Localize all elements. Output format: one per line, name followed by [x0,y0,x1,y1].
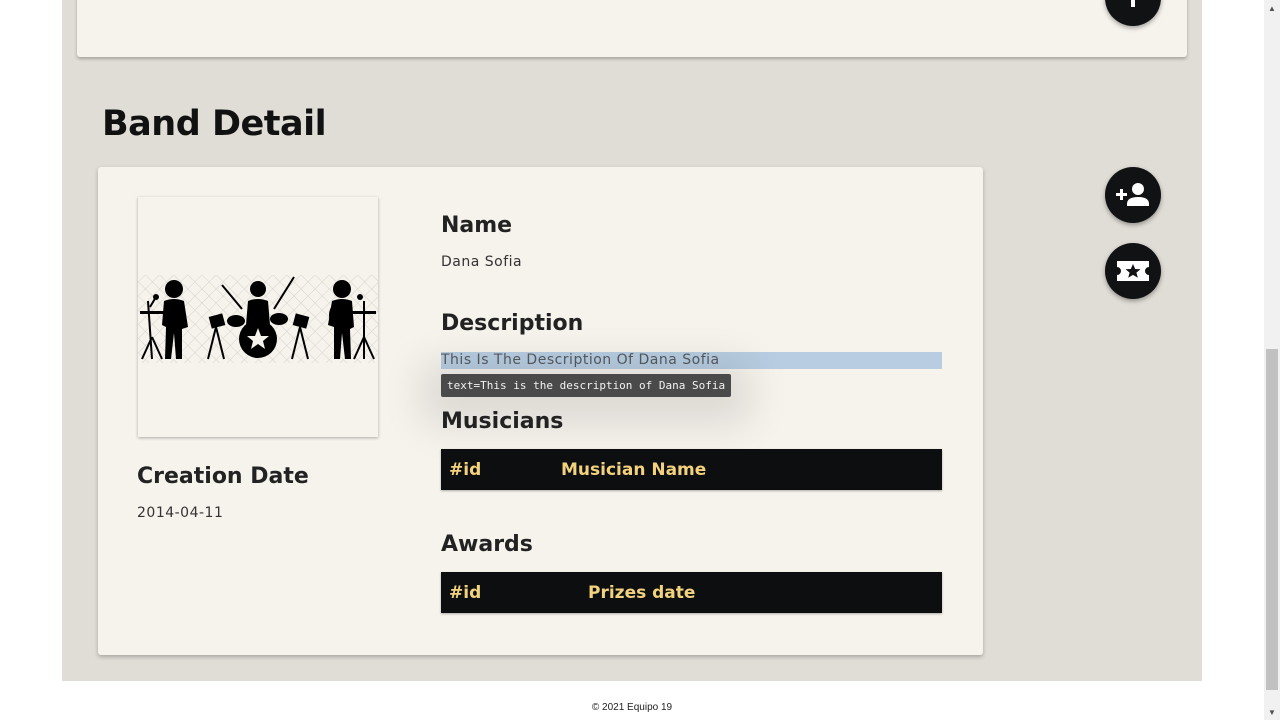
description-tooltip: text=This is the description of Dana Sof… [441,374,732,397]
awards-col-date: Prizes date [588,583,696,603]
band-detail-card: Creation Date 2014-04-11 Name Dana Sofia… [98,167,983,655]
creation-date-label: Creation Date [137,464,309,489]
band-image [138,197,378,437]
musicians-col-id: #id [449,460,482,480]
awards-table-header: #id Prizes date [441,572,942,613]
ticket-star-icon [1117,261,1149,281]
plus-icon [1131,0,1135,7]
awards-col-id: #id [449,583,482,603]
vertical-scrollbar[interactable]: ▲ ▼ [1264,0,1280,720]
add-award-button[interactable] [1105,243,1161,299]
scroll-up-icon[interactable]: ▲ [1264,0,1280,16]
musicians-table-header: #id Musician Name [441,449,942,490]
page-title: Band Detail [102,104,327,144]
band-illustration-icon [138,275,378,363]
name-label: Name [441,213,513,238]
scroll-down-icon[interactable]: ▼ [1264,704,1280,720]
awards-label: Awards [441,532,533,557]
viewport: Band Detail Creation Date 2014-04-11 Nam… [0,0,1264,720]
add-musician-button[interactable] [1105,167,1161,223]
musicians-label: Musicians [441,409,564,434]
description-value: This Is The Description Of Dana Sofia [441,352,942,369]
description-label: Description [441,311,584,336]
creation-date-value: 2014-04-11 [137,505,224,521]
footer: © 2021 Equipo 19 [591,702,673,713]
top-card [77,0,1187,57]
musicians-col-name: Musician Name [561,460,707,480]
name-value: Dana Sofia [441,254,523,270]
scroll-thumb[interactable] [1266,349,1278,690]
person-add-icon [1116,183,1149,206]
add-button[interactable] [1105,0,1161,26]
